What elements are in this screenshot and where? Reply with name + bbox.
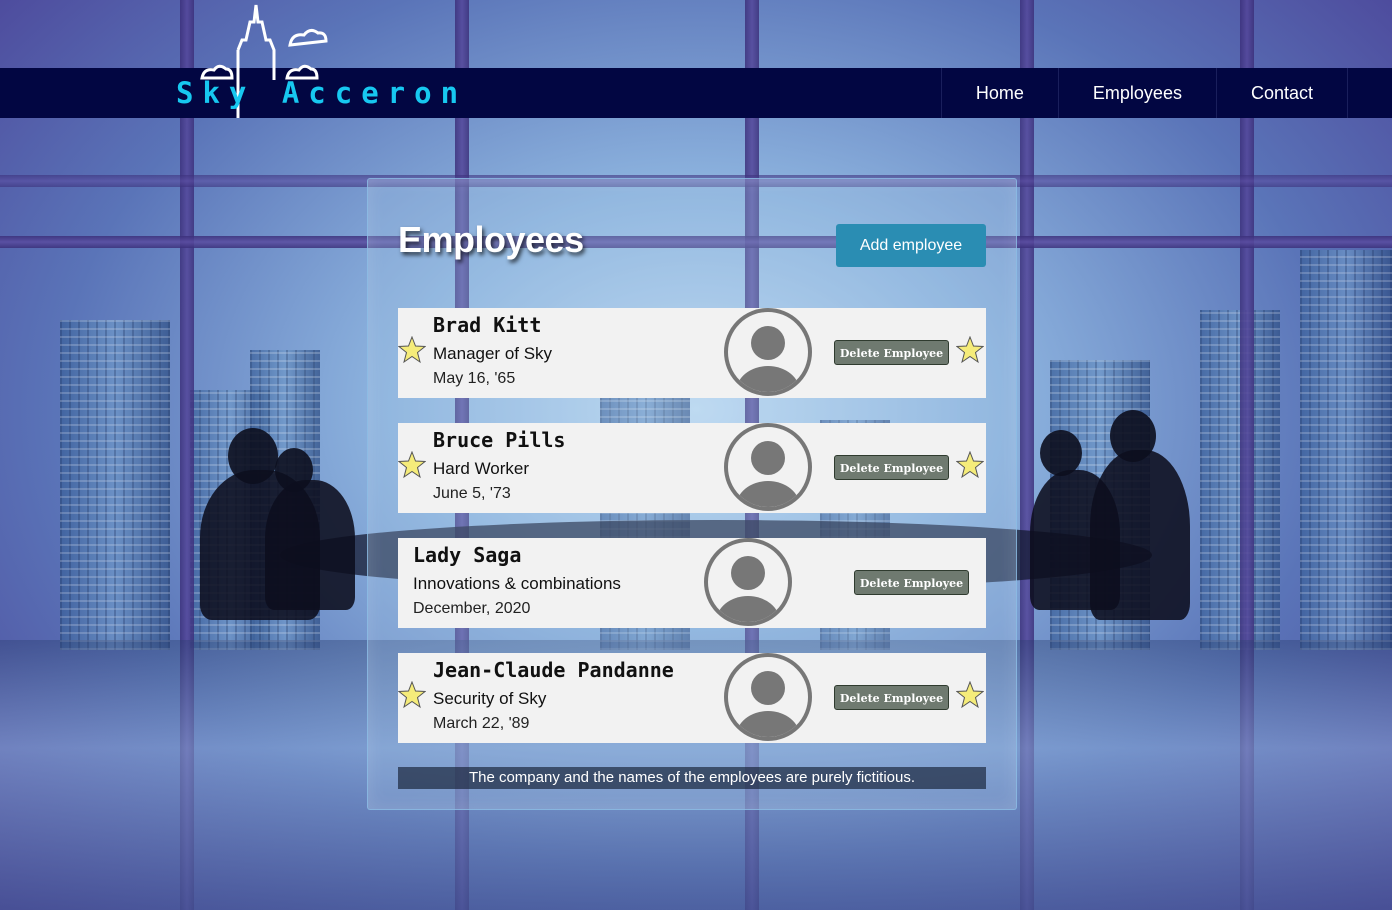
employee-name: Lady Saga xyxy=(413,543,522,567)
delete-employee-button[interactable]: Delete Employee xyxy=(834,340,949,365)
employee-role: Innovations & combinations xyxy=(413,574,621,593)
main-nav: Home Employees Contact xyxy=(940,68,1348,118)
employee-name: Brad Kitt xyxy=(433,313,542,337)
user-avatar-icon xyxy=(704,538,792,626)
nav-employees-link[interactable]: Employees xyxy=(1057,68,1216,118)
employee-card: Lady Saga Innovations & combinations Dec… xyxy=(398,538,986,628)
employee-card: Jean-Claude Pandanne Security of Sky Mar… xyxy=(398,653,986,743)
employee-card: Bruce Pills Hard Worker June 5, '73 Dele… xyxy=(398,423,986,513)
disclaimer-text: The company and the names of the employe… xyxy=(398,767,986,789)
employee-name: Bruce Pills xyxy=(433,428,566,452)
star-icon[interactable] xyxy=(956,336,984,364)
user-avatar-icon xyxy=(724,308,812,396)
employee-date: May 16, '65 xyxy=(433,370,516,387)
add-employee-button[interactable]: Add employee xyxy=(836,224,986,267)
user-avatar-icon xyxy=(724,653,812,741)
delete-employee-button[interactable]: Delete Employee xyxy=(834,685,949,710)
employee-role: Hard Worker xyxy=(433,459,530,478)
nav-contact-link[interactable]: Contact xyxy=(1215,68,1348,118)
delete-employee-button[interactable]: Delete Employee xyxy=(854,570,969,595)
employee-date: March 22, '89 xyxy=(433,715,530,732)
employee-date: December, 2020 xyxy=(413,600,531,617)
brand-name[interactable]: Sky Acceron xyxy=(176,76,467,110)
employees-panel: Employees Add employee Brad Kitt Manager… xyxy=(367,178,1017,810)
star-icon[interactable] xyxy=(956,451,984,479)
employee-date: June 5, '73 xyxy=(433,485,511,502)
star-icon[interactable] xyxy=(398,336,426,364)
nav-home-link[interactable]: Home xyxy=(940,68,1058,118)
star-icon[interactable] xyxy=(398,451,426,479)
delete-employee-button[interactable]: Delete Employee xyxy=(834,455,949,480)
star-icon[interactable] xyxy=(956,681,984,709)
user-avatar-icon xyxy=(724,423,812,511)
page-title: Employees xyxy=(398,219,584,260)
star-icon[interactable] xyxy=(398,681,426,709)
employee-card: Brad Kitt Manager of Sky May 16, '65 Del… xyxy=(398,308,986,398)
employee-name: Jean-Claude Pandanne xyxy=(433,658,674,682)
employee-role: Security of Sky xyxy=(433,689,547,708)
employee-role: Manager of Sky xyxy=(433,344,553,363)
